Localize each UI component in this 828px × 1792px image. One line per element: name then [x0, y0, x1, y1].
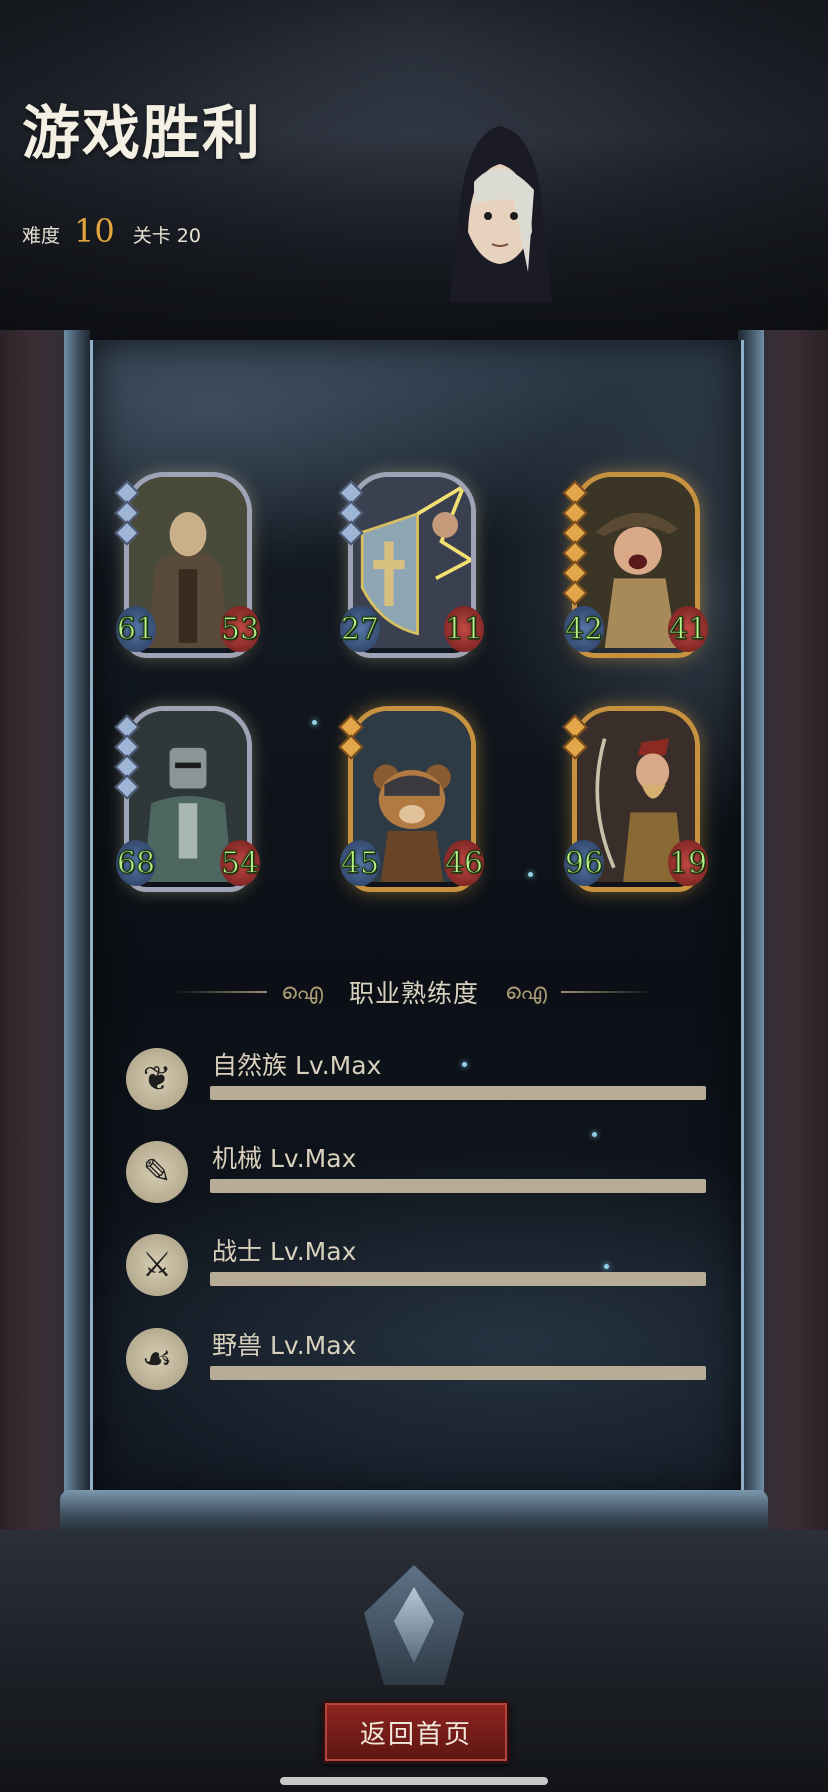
- beast-icon: ☙: [126, 1328, 188, 1390]
- unit-card[interactable]: 61 53: [114, 472, 260, 662]
- difficulty-value: 10: [74, 212, 115, 250]
- level-value: 20: [176, 225, 201, 247]
- health-stat: 53: [220, 606, 260, 652]
- health-stat: 41: [668, 606, 708, 652]
- attack-stat: 68: [116, 840, 156, 886]
- unit-card[interactable]: 96 19: [562, 706, 708, 896]
- victory-title: 游戏胜利: [22, 99, 263, 167]
- proficiency-bar: [210, 1272, 706, 1286]
- rarity-gems: [338, 480, 364, 546]
- right-frame-pillar: [738, 330, 828, 1560]
- proficiency-row-beast: ☙ 野兽 Lv.Max: [126, 1324, 706, 1394]
- left-frame-pillar: [0, 330, 90, 1560]
- level-label: 关卡: [132, 225, 171, 247]
- proficiency-fill: [210, 1086, 706, 1100]
- proficiency-label: 野兽 Lv.Max: [212, 1331, 357, 1360]
- proficiency-label: 战士 Lv.Max: [212, 1237, 357, 1266]
- proficiency-row-warrior: ⚔ 战士 Lv.Max: [126, 1230, 706, 1300]
- swirl-ornament-icon: ഐ: [281, 979, 323, 1005]
- proficiency-heading: 职业熟练度: [349, 979, 480, 1008]
- proficiency-fill: [210, 1272, 706, 1286]
- proficiency-bar: [210, 1179, 706, 1193]
- unit-card[interactable]: 68 54: [114, 706, 260, 896]
- difficulty-label: 难度: [22, 225, 61, 247]
- health-stat: 54: [220, 840, 260, 886]
- proficiency-label: 自然族 Lv.Max: [212, 1051, 382, 1080]
- return-home-button[interactable]: 返回首页: [322, 1700, 510, 1764]
- rarity-gems: [114, 480, 140, 546]
- rarity-gems: [562, 714, 588, 760]
- proficiency-row-mechanical: ✎ 机械 Lv.Max: [126, 1137, 706, 1207]
- health-stat: 11: [444, 606, 484, 652]
- rarity-gems: [338, 714, 364, 760]
- hooded-hero-portrait: [430, 112, 560, 302]
- rarity-gems: [562, 480, 588, 606]
- home-indicator[interactable]: [280, 1777, 548, 1785]
- proficiency-bar: [210, 1366, 706, 1380]
- mechanical-icon: ✎: [126, 1141, 188, 1203]
- proficiency-fill: [210, 1366, 706, 1380]
- proficiency-header: ഐ 职业熟练度 ഐ: [175, 972, 654, 1012]
- attack-stat: 42: [564, 606, 604, 652]
- proficiency-bar: [210, 1086, 706, 1100]
- unit-card[interactable]: 27 11: [338, 472, 484, 662]
- stage-info: 难度 10 关卡 20: [22, 212, 201, 250]
- attack-stat: 45: [340, 840, 380, 886]
- health-stat: 19: [668, 840, 708, 886]
- proficiency-row-nature: ❦ 自然族 Lv.Max: [126, 1044, 706, 1114]
- attack-stat: 27: [340, 606, 380, 652]
- nature-icon: ❦: [126, 1048, 188, 1110]
- warrior-icon: ⚔: [126, 1234, 188, 1296]
- unit-card[interactable]: 45 46: [338, 706, 484, 896]
- rarity-gems: [114, 714, 140, 800]
- proficiency-label: 机械 Lv.Max: [212, 1144, 357, 1173]
- attack-stat: 96: [564, 840, 604, 886]
- unit-card[interactable]: 42 41: [562, 472, 708, 662]
- swirl-ornament-icon: ഐ: [505, 979, 547, 1005]
- attack-stat: 61: [116, 606, 156, 652]
- proficiency-fill: [210, 1179, 706, 1193]
- health-stat: 46: [444, 840, 484, 886]
